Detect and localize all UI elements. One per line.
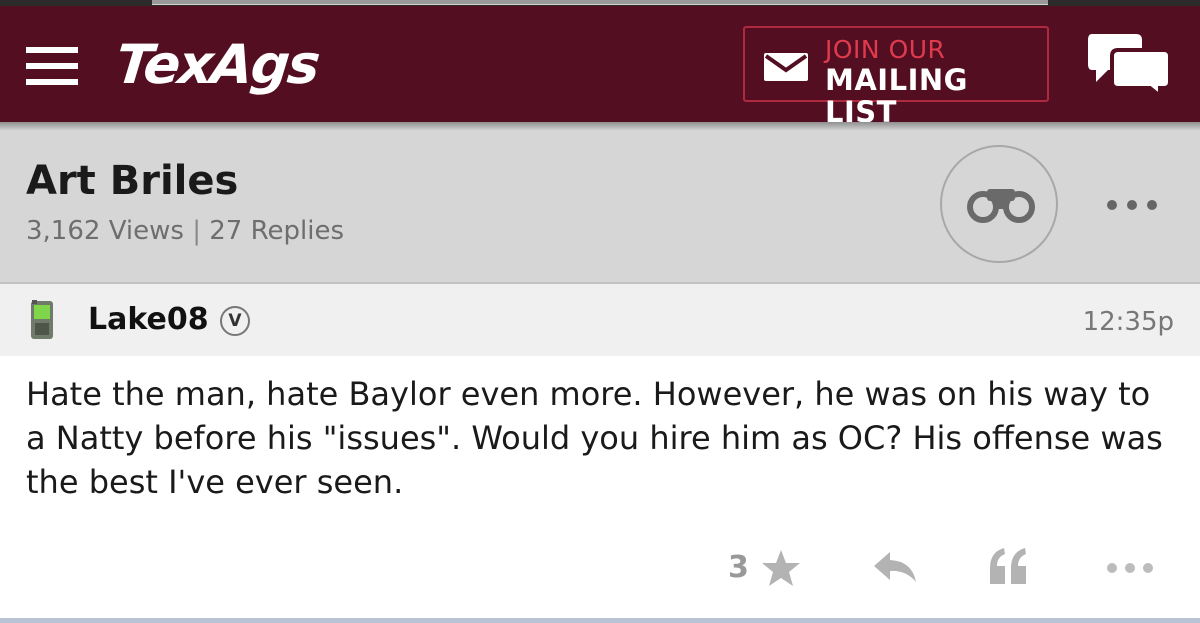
header-shadow xyxy=(0,122,1200,130)
address-bar-edge xyxy=(152,0,1048,5)
post-username[interactable]: Lake08 xyxy=(88,302,209,338)
rating-count: 3 xyxy=(728,550,749,585)
thread-header: Art Briles 3,162 Views | 27 Replies xyxy=(0,130,1200,284)
binoculars-icon xyxy=(967,189,1035,223)
verified-badge: V xyxy=(220,306,250,336)
mailing-line1: JOIN OUR xyxy=(825,35,946,64)
post-actions: 3 xyxy=(0,540,1200,600)
stats-separator: | xyxy=(192,216,201,246)
watch-thread-button[interactable] xyxy=(940,145,1058,263)
reply-count: 27 Replies xyxy=(209,216,344,246)
reply-icon[interactable] xyxy=(872,550,918,584)
chat-bubbles-icon[interactable] xyxy=(1088,32,1170,96)
site-header: TexAgs JOIN OUR MAILING LIST xyxy=(0,6,1200,128)
envelope-icon xyxy=(764,53,808,81)
star-icon[interactable] xyxy=(760,548,802,588)
post-header: Lake08 V 12:35p xyxy=(0,284,1200,356)
post-timestamp: 12:35p xyxy=(1082,307,1174,337)
mailing-line2: MAILING LIST xyxy=(825,63,968,129)
hamburger-menu-icon[interactable] xyxy=(26,47,78,85)
bottom-divider xyxy=(0,618,1200,623)
join-mailing-list-button[interactable]: JOIN OUR MAILING LIST xyxy=(743,26,1049,128)
texags-logo[interactable]: TexAgs xyxy=(112,30,322,100)
phone-icon xyxy=(31,300,53,339)
ellipsis-icon[interactable] xyxy=(1104,190,1160,220)
quote-icon[interactable] xyxy=(986,546,1030,586)
post-body: Hate the man, hate Baylor even more. How… xyxy=(26,375,1163,501)
view-count: 3,162 Views xyxy=(26,216,184,246)
post-more-icon[interactable] xyxy=(1104,556,1156,580)
thread-title: Art Briles xyxy=(26,158,239,204)
thread-stats: 3,162 Views | 27 Replies xyxy=(26,216,344,246)
